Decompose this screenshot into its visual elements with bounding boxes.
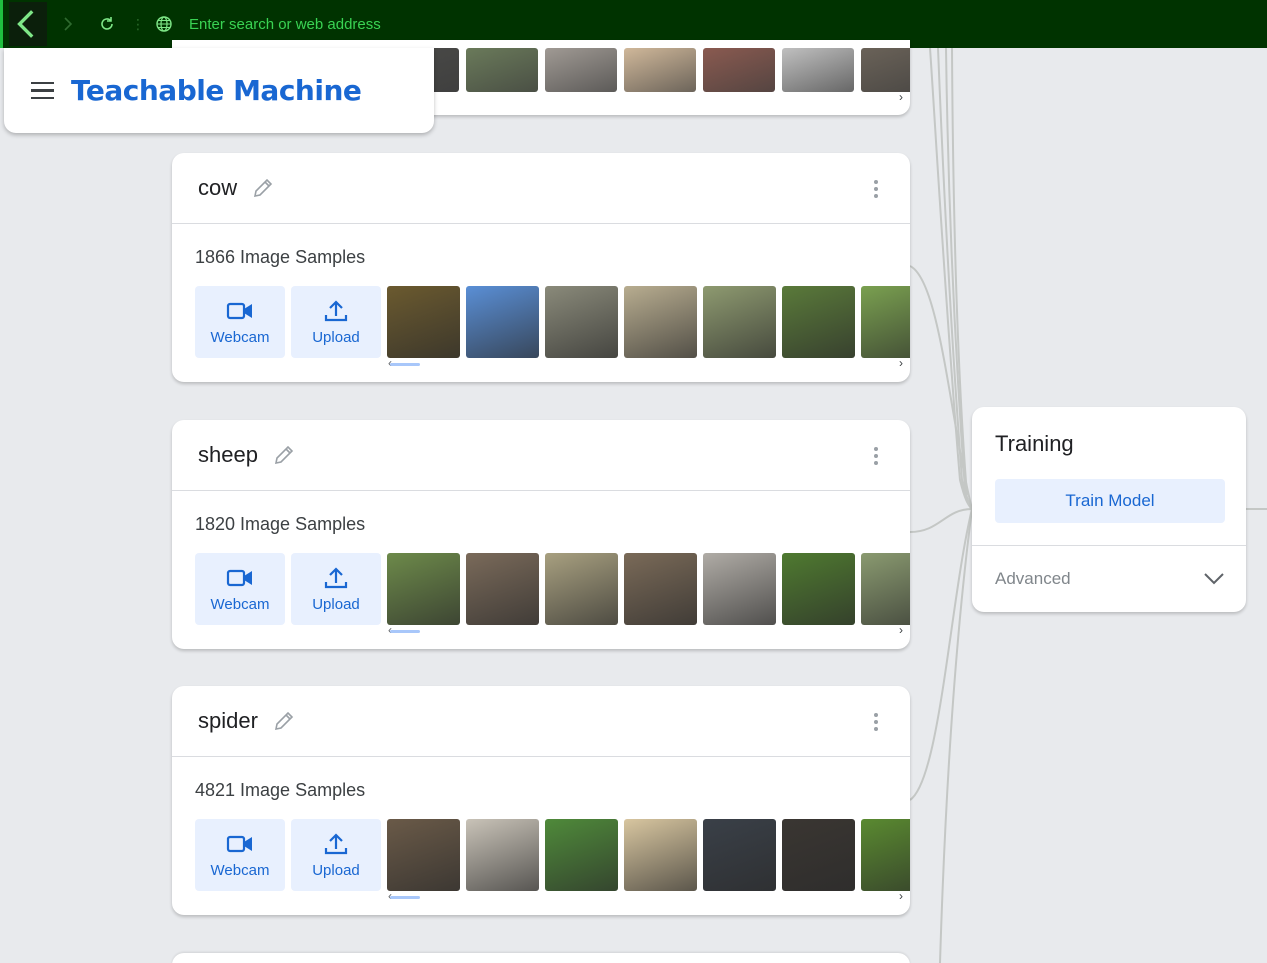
app-header: Teachable Machine: [4, 48, 434, 133]
more-vert-icon[interactable]: [874, 713, 878, 731]
divider: [972, 545, 1246, 546]
pencil-icon[interactable]: [272, 709, 296, 733]
webcam-label: Webcam: [210, 861, 270, 879]
sample-thumbnail[interactable]: [466, 286, 539, 358]
globe-icon: [156, 16, 172, 32]
sample-thumbnail[interactable]: [782, 819, 855, 891]
sample-thumbnail[interactable]: [624, 553, 697, 625]
sample-thumbnail[interactable]: [387, 819, 460, 891]
sample-thumbnail[interactable]: [624, 819, 697, 891]
sample-thumbnail[interactable]: [703, 553, 776, 625]
upload-icon: [324, 832, 348, 854]
webcam-button[interactable]: Webcam: [195, 286, 285, 358]
input-buttons: Webcam Upload: [195, 286, 381, 358]
chevron-left-icon: [17, 10, 34, 38]
scroll-right-icon[interactable]: ›: [899, 90, 903, 104]
webcam-button[interactable]: Webcam: [195, 819, 285, 891]
sample-thumbnail[interactable]: [703, 819, 776, 891]
pencil-icon[interactable]: [251, 176, 275, 200]
sample-thumbnail[interactable]: [782, 553, 855, 625]
sample-thumbnail[interactable]: [387, 286, 460, 358]
class-name[interactable]: spider: [198, 708, 258, 734]
sample-thumbnail[interactable]: [545, 286, 618, 358]
sample-count: 4821 Image Samples: [195, 780, 366, 800]
sample-thumbnail[interactable]: [782, 48, 854, 92]
upload-button[interactable]: Upload: [291, 553, 381, 625]
class-name[interactable]: sheep: [198, 442, 258, 468]
card-header: spider: [172, 686, 910, 757]
sample-thumbnail[interactable]: [703, 48, 775, 92]
chevron-down-icon[interactable]: [1204, 573, 1224, 585]
sample-thumbnail[interactable]: [545, 819, 618, 891]
reload-button[interactable]: [87, 0, 127, 48]
app-title[interactable]: Teachable Machine: [71, 74, 362, 107]
sample-thumbnail[interactable]: [861, 553, 910, 625]
sample-thumbnail[interactable]: [466, 48, 538, 92]
upload-button[interactable]: Upload: [291, 819, 381, 891]
sample-thumbnail[interactable]: [466, 553, 539, 625]
upload-label: Upload: [312, 328, 360, 346]
class-card-sheep: sheep 1820 Image Samples Webcam Upload ‹…: [172, 420, 910, 649]
sample-count: 1820 Image Samples: [195, 514, 366, 534]
card-header: sheep: [172, 420, 910, 491]
scroll-right-icon[interactable]: ›: [899, 623, 903, 637]
sample-thumbnail[interactable]: [861, 48, 910, 92]
thumbnail-strip: [387, 286, 910, 358]
reload-icon: [101, 17, 113, 30]
more-vert-icon[interactable]: [874, 180, 878, 198]
forward-button[interactable]: [47, 0, 87, 48]
back-button[interactable]: [9, 2, 47, 46]
upload-button[interactable]: Upload: [291, 286, 381, 358]
input-buttons: Webcam Upload: [195, 553, 381, 625]
thumbnail-strip: [387, 553, 910, 625]
training-card: Training Train Model Advanced: [972, 407, 1246, 612]
menu-icon[interactable]: [31, 81, 55, 100]
scroll-indicator[interactable]: [390, 896, 420, 899]
scroll-indicator[interactable]: [390, 363, 420, 366]
sample-thumbnail[interactable]: [466, 819, 539, 891]
scroll-right-icon[interactable]: ›: [899, 889, 903, 903]
sample-thumbnail[interactable]: [545, 553, 618, 625]
videocam-icon: [226, 835, 252, 852]
upload-label: Upload: [312, 861, 360, 879]
webcam-label: Webcam: [210, 595, 270, 613]
chevron-right-icon: [64, 17, 73, 31]
training-title: Training: [995, 431, 1074, 456]
sample-count: 1866 Image Samples: [195, 247, 366, 267]
scroll-indicator[interactable]: [390, 630, 420, 633]
upload-icon: [324, 299, 348, 321]
class-card-partial-bottom: [172, 953, 910, 963]
sample-thumbnail[interactable]: [782, 286, 855, 358]
toolbar-separator: ⋮: [131, 15, 145, 32]
card-header: cow: [172, 153, 910, 224]
sample-thumbnail[interactable]: [545, 48, 617, 92]
address-bar[interactable]: Enter search or web address: [189, 16, 381, 33]
upload-icon: [324, 566, 348, 588]
more-vert-icon[interactable]: [874, 447, 878, 465]
webcam-button[interactable]: Webcam: [195, 553, 285, 625]
scroll-right-icon[interactable]: ›: [899, 356, 903, 370]
thumbnail-strip: [387, 819, 910, 891]
webcam-label: Webcam: [210, 328, 270, 346]
sample-thumbnail[interactable]: [861, 286, 910, 358]
input-buttons: Webcam Upload: [195, 819, 381, 891]
sample-thumbnail[interactable]: [861, 819, 910, 891]
sample-thumbnail[interactable]: [624, 48, 696, 92]
videocam-icon: [226, 569, 252, 586]
sample-thumbnail[interactable]: [703, 286, 776, 358]
sample-thumbnail[interactable]: [624, 286, 697, 358]
thumbnail-strip: [387, 48, 910, 92]
advanced-label[interactable]: Advanced: [995, 569, 1071, 589]
class-card-spider: spider 4821 Image Samples Webcam Upload …: [172, 686, 910, 915]
pencil-icon[interactable]: [272, 443, 296, 467]
train-model-button[interactable]: Train Model: [995, 479, 1225, 523]
sample-thumbnail[interactable]: [387, 553, 460, 625]
class-name[interactable]: cow: [198, 175, 237, 201]
upload-label: Upload: [312, 595, 360, 613]
videocam-icon: [226, 302, 252, 319]
class-card-cow: cow 1866 Image Samples Webcam Upload ‹ ›: [172, 153, 910, 382]
